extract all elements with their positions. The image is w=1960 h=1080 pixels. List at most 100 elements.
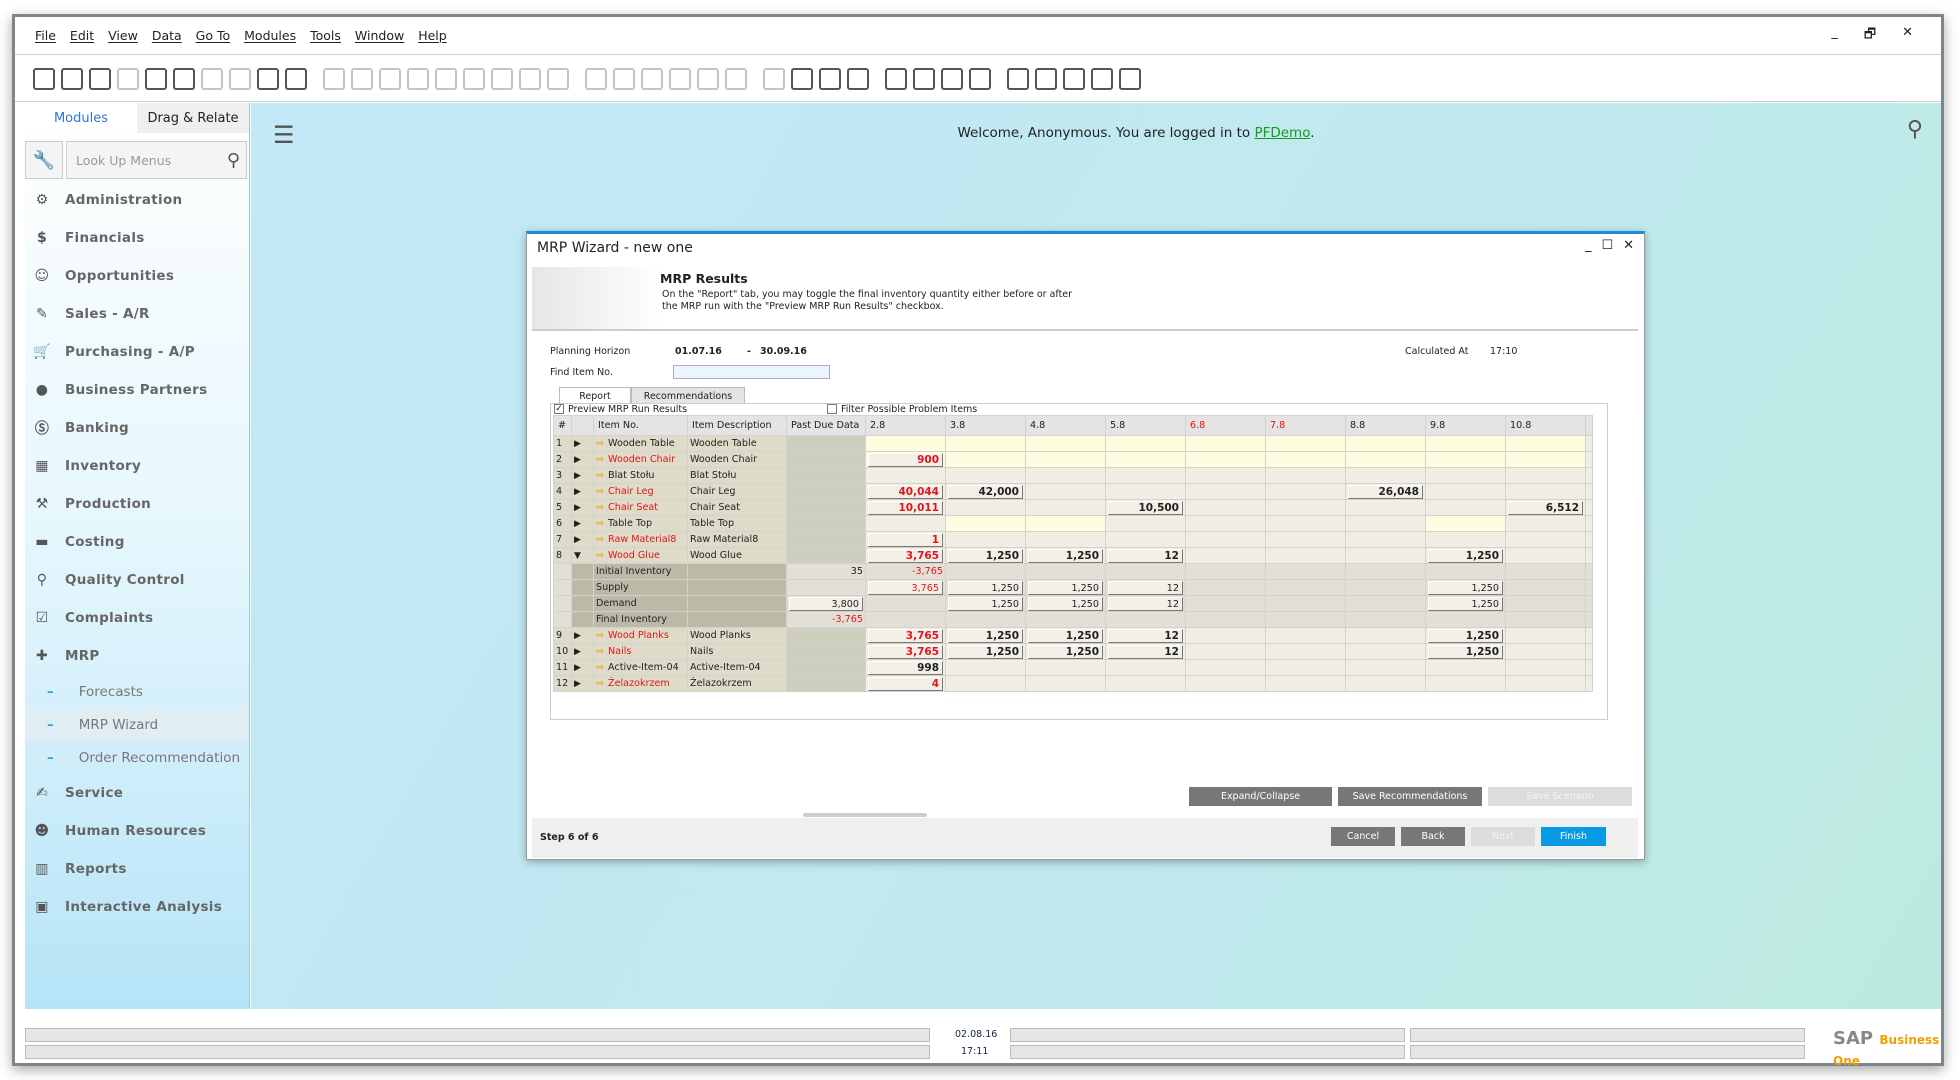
form-settings-icon[interactable] [285, 67, 307, 90]
close-button[interactable]: ✕ [1902, 25, 1913, 47]
quantity-value[interactable]: 40,044 [868, 484, 943, 499]
help-icon[interactable] [1119, 67, 1141, 90]
period-cell[interactable] [1105, 483, 1186, 500]
fax-icon[interactable] [145, 67, 167, 90]
period-cell[interactable]: 10,011 [865, 499, 946, 516]
period-cell[interactable] [1505, 675, 1586, 692]
sidebar-item-human-resources[interactable]: ☻ Human Resources [25, 812, 249, 850]
back-button[interactable]: Back [1401, 827, 1465, 846]
sidebar-item-financials[interactable]: $ Financials [25, 219, 249, 257]
refresh-icon[interactable] [491, 67, 513, 90]
quantity-value[interactable]: 12 [1108, 644, 1183, 659]
sidebar-item-reports[interactable]: ▥ Reports [25, 850, 249, 888]
period-cell[interactable] [1265, 675, 1346, 692]
previous-record-icon[interactable] [407, 67, 429, 90]
next-button[interactable]: Next [1471, 827, 1535, 846]
period-cell[interactable] [1185, 483, 1266, 500]
period-cell[interactable] [1105, 675, 1186, 692]
period-cell[interactable] [1265, 515, 1346, 532]
payment-means-icon[interactable] [641, 67, 663, 90]
volume-weight-icon[interactable] [697, 67, 719, 90]
quantity-value[interactable]: 1,250 [1428, 644, 1503, 659]
widgets-icon[interactable] [1035, 67, 1057, 90]
period-cell[interactable] [945, 435, 1026, 452]
export-icon[interactable] [1091, 67, 1113, 90]
tab-recommendations[interactable]: Recommendations [631, 387, 745, 404]
item-no-cell[interactable]: ⇨ Wooden Chair [593, 451, 688, 468]
quantity-value[interactable]: 3,765 [868, 548, 943, 563]
period-cell[interactable] [1265, 499, 1346, 516]
period-cell[interactable]: 26,048 [1345, 483, 1426, 500]
period-cell[interactable] [945, 531, 1026, 548]
period-cell[interactable] [1185, 675, 1266, 692]
link-arrow-icon[interactable]: ⇨ [596, 662, 604, 673]
period-cell[interactable] [1265, 467, 1346, 484]
period-cell[interactable] [1505, 643, 1586, 660]
link-arrow-icon[interactable]: ⇨ [596, 470, 604, 481]
expand-icon[interactable]: ▶ [571, 499, 594, 516]
link-arrow-icon[interactable]: ⇨ [596, 454, 604, 465]
item-no-cell[interactable]: ⇨ Żelazokrzem [593, 675, 688, 692]
sidebar-item-purchasing-a-p[interactable]: 🛒 Purchasing - A/P [25, 333, 249, 371]
period-cell[interactable] [1425, 515, 1506, 532]
last-record-icon[interactable] [463, 67, 485, 90]
find-item-input[interactable] [673, 365, 830, 379]
menu-data[interactable]: Data [152, 28, 182, 43]
period-cell[interactable] [1025, 499, 1106, 516]
period-cell[interactable] [1105, 659, 1186, 676]
period-cell[interactable]: 12 [1105, 643, 1186, 660]
period-cell[interactable]: 40,044 [865, 483, 946, 500]
lookup-menus-input[interactable]: Look Up Menus ⚲ [66, 141, 247, 179]
period-cell[interactable]: 4 [865, 675, 946, 692]
next-record-icon[interactable] [435, 67, 457, 90]
period-cell[interactable]: 1,250 [945, 547, 1026, 564]
period-cell[interactable] [1185, 435, 1266, 452]
quantity-value[interactable]: 1,250 [948, 628, 1023, 643]
quantity-value[interactable]: 900 [868, 452, 943, 467]
period-cell[interactable] [1025, 483, 1106, 500]
period-cell[interactable] [1345, 659, 1426, 676]
table-row[interactable]: 7 ▶ ⇨ Raw Material8 Raw Material8 1 [553, 531, 1593, 548]
expand-icon[interactable]: ▶ [571, 483, 594, 500]
table-row[interactable]: 2 ▶ ⇨ Wooden Chair Wooden Chair 900 [553, 451, 1593, 468]
target-document-icon[interactable] [613, 67, 635, 90]
period-cell[interactable]: 1,250 [945, 627, 1026, 644]
company-link[interactable]: PFDemo [1254, 125, 1310, 141]
table-row[interactable]: 1 ▶ ⇨ Wooden Table Wooden Table [553, 435, 1593, 452]
period-cell[interactable] [1025, 659, 1106, 676]
period-cell[interactable]: 1,250 [1025, 547, 1106, 564]
period-cell[interactable] [1265, 435, 1346, 452]
horizontal-scrollbar[interactable] [803, 813, 927, 817]
preview-checkbox[interactable]: ✓ [554, 404, 564, 414]
find-icon[interactable] [323, 67, 345, 90]
column-header[interactable] [571, 415, 594, 436]
sidebar-item-production[interactable]: ⚒ Production [25, 485, 249, 523]
dashboard-icon[interactable] [1007, 67, 1029, 90]
link-arrow-icon[interactable]: ⇨ [596, 502, 604, 513]
column-header[interactable]: 6.8 [1185, 415, 1266, 436]
period-cell[interactable] [1185, 499, 1266, 516]
wrench-icon[interactable]: 🔧 [25, 141, 63, 179]
expand-icon[interactable]: ▶ [571, 435, 594, 452]
base-document-icon[interactable] [585, 67, 607, 90]
period-cell[interactable] [1505, 451, 1586, 468]
period-cell[interactable] [1345, 467, 1426, 484]
filter-checkbox[interactable] [827, 404, 837, 414]
period-cell[interactable] [1025, 435, 1106, 452]
menu-edit[interactable]: Edit [70, 28, 94, 43]
quantity-value[interactable]: 10,011 [868, 500, 943, 515]
print-icon[interactable] [61, 67, 83, 90]
sidebar-subitem-forecasts[interactable]: – Forecasts [25, 675, 249, 708]
period-cell[interactable] [1185, 531, 1266, 548]
period-cell[interactable] [1185, 547, 1266, 564]
gross-profit-icon[interactable] [669, 67, 691, 90]
link-arrow-icon[interactable]: ⇨ [596, 646, 604, 657]
quantity-value[interactable]: 4 [868, 676, 943, 691]
period-cell[interactable] [1345, 675, 1426, 692]
period-cell[interactable] [945, 675, 1026, 692]
period-cell[interactable] [945, 467, 1026, 484]
expand-icon[interactable]: ▶ [571, 675, 594, 692]
table-row[interactable]: 12 ▶ ⇨ Żelazokrzem Żelazokrzem 4 [553, 675, 1593, 692]
item-no-cell[interactable]: ⇨ Chair Leg [593, 483, 688, 500]
table-row[interactable]: 8 ▼ ⇨ Wood Glue Wood Glue 3,765 1,250 1,250 12 1,… [553, 547, 1593, 564]
